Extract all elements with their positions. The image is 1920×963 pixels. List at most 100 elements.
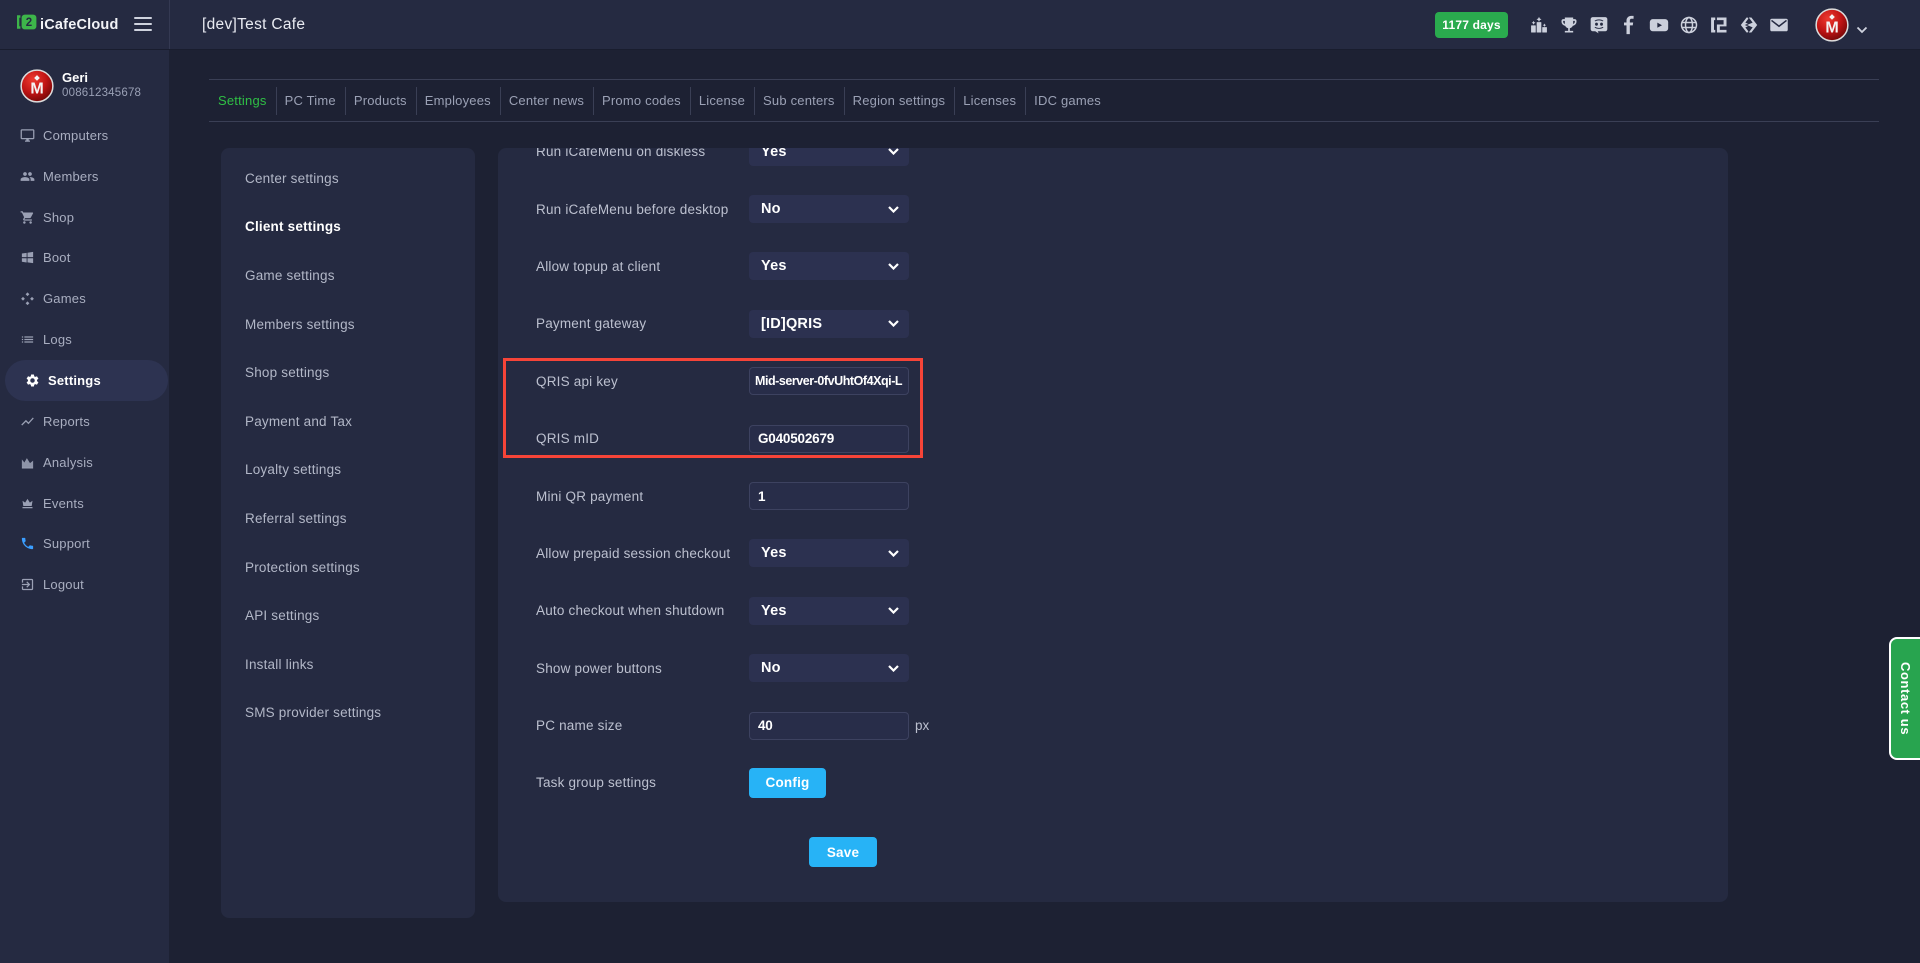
qris-api-key-input[interactable] (749, 367, 909, 395)
sidebar-item-label: Computers (43, 128, 108, 143)
tab-license[interactable]: License (690, 80, 754, 121)
sidebar-item-label: Logout (43, 577, 84, 592)
sidebar-item-settings[interactable]: Settings (5, 360, 168, 401)
tab-settings[interactable]: Settings (209, 80, 276, 121)
user-name: Geri (62, 70, 88, 85)
subnav-members-settings[interactable]: Members settings (221, 300, 475, 349)
tab-center-news[interactable]: Center news (500, 80, 593, 121)
sidebar-item-label: Reports (43, 414, 90, 429)
payment-gateway-select[interactable]: [ID]QRIS (749, 310, 909, 338)
leaderboard-icon[interactable] (1529, 15, 1549, 35)
form-row-qris-api-key: QRIS api key (498, 353, 1728, 410)
tab-promo-codes[interactable]: Promo codes (593, 80, 690, 121)
tab-licenses[interactable]: Licenses (954, 80, 1025, 121)
globe-icon[interactable] (1679, 15, 1699, 35)
tab-products[interactable]: Products (345, 80, 416, 121)
chevron-down-icon (888, 206, 899, 213)
tab-pc-time[interactable]: PC Time (276, 80, 345, 121)
sidebar-item-games[interactable]: Games (0, 278, 169, 319)
subnav-client-settings[interactable]: Client settings (221, 203, 475, 252)
tab-sub-centers[interactable]: Sub centers (754, 80, 844, 121)
subnav-shop-settings[interactable]: Shop settings (221, 348, 475, 397)
field-label: Run iCafeMenu before desktop (536, 202, 749, 217)
run-icafemenu-on-diskless-select[interactable]: Yes (749, 148, 909, 166)
subnav-loyalty-settings[interactable]: Loyalty settings (221, 446, 475, 495)
subnav-referral-settings[interactable]: Referral settings (221, 494, 475, 543)
sidebar-item-support[interactable]: Support (0, 523, 169, 564)
field-label: Show power buttons (536, 661, 749, 676)
brand[interactable]: 2 iCafeCloud (16, 0, 119, 49)
form-row-show-power-buttons: Show power buttons No (498, 640, 1728, 697)
tab-idc-games[interactable]: IDC games (1025, 80, 1110, 121)
discord-icon[interactable] (1589, 15, 1609, 35)
field-label: PC name size (536, 718, 749, 733)
license-days-button[interactable]: 1177 days (1435, 12, 1508, 38)
sidebar: M Geri 008612345678 Computers Members Sh… (0, 50, 169, 963)
field-label: QRIS api key (536, 374, 749, 389)
sidebar-item-shop[interactable]: Shop (0, 197, 169, 238)
form-row-auto-checkout-when-shutdown: Auto checkout when shutdown Yes (498, 582, 1728, 639)
sidebar-item-reports[interactable]: Reports (0, 401, 169, 442)
sidebar-item-label: Shop (43, 210, 74, 225)
mini-qr-payment-input[interactable] (749, 482, 909, 510)
svg-text:M: M (1825, 19, 1838, 37)
line-chart-icon (20, 414, 35, 429)
subnav-install-links[interactable]: Install links (221, 640, 475, 689)
subnav-sms-provider-settings[interactable]: SMS provider settings (221, 689, 475, 738)
menu-toggle-button[interactable] (134, 17, 152, 31)
windows-icon (20, 250, 35, 265)
list-icon (20, 332, 35, 347)
tab-region-settings[interactable]: Region settings (844, 80, 955, 121)
form-row-payment-gateway: Payment gateway [ID]QRIS (498, 295, 1728, 352)
facebook-icon[interactable] (1619, 15, 1639, 35)
sidebar-item-logs[interactable]: Logs (0, 319, 169, 360)
sidebar-avatar[interactable]: M (20, 69, 54, 103)
field-label: Allow topup at client (536, 259, 749, 274)
subnav-center-settings[interactable]: Center settings (221, 154, 475, 203)
mail-icon[interactable] (1769, 15, 1789, 35)
avatar-caret-icon[interactable] (1856, 21, 1868, 39)
qris-mid-input[interactable] (749, 425, 909, 453)
sidebar-item-label: Analysis (43, 455, 93, 470)
subnav-game-settings[interactable]: Game settings (221, 251, 475, 300)
sidebar-item-events[interactable]: Events (0, 483, 169, 524)
area-chart-icon (20, 455, 35, 470)
sidebar-item-label: Support (43, 536, 90, 551)
topbar: 2 iCafeCloud [dev]Test Cafe 1177 days (0, 0, 1920, 50)
field-label: Auto checkout when shutdown (536, 603, 749, 618)
run-icafemenu-before-desktop-select[interactable]: No (749, 195, 909, 223)
tab-employees[interactable]: Employees (416, 80, 500, 121)
cart-icon (20, 210, 35, 225)
subnav-api-settings[interactable]: API settings (221, 591, 475, 640)
config-button[interactable]: Config (749, 768, 826, 798)
auto-checkout-when-shutdown-select[interactable]: Yes (749, 597, 909, 625)
sidebar-item-label: Events (43, 496, 84, 511)
pc-name-size-input[interactable] (749, 712, 909, 740)
sidebar-item-analysis[interactable]: Analysis (0, 442, 169, 483)
games-icon (20, 291, 35, 306)
field-label: Allow prepaid session checkout (536, 546, 749, 561)
form-row-allow-topup-at-client: Allow topup at client Yes (498, 238, 1728, 295)
gs-mark-icon[interactable] (1739, 15, 1759, 35)
contact-us-tab[interactable]: Contact us (1889, 637, 1920, 760)
field-label: Run iCafeMenu on diskless (536, 148, 749, 159)
sidebar-item-label: Settings (48, 373, 101, 388)
show-power-buttons-select[interactable]: No (749, 654, 909, 682)
sidebar-item-computers[interactable]: Computers (0, 115, 169, 156)
subnav-payment-and-tax[interactable]: Payment and Tax (221, 397, 475, 446)
allow-prepaid-session-checkout-select[interactable]: Yes (749, 539, 909, 567)
sidebar-item-logout[interactable]: Logout (0, 564, 169, 605)
form-row-mini-qr-payment: Mini QR payment (498, 467, 1728, 524)
user-avatar[interactable]: M (1815, 8, 1849, 42)
sidebar-menu: Computers Members Shop Boot Games (0, 115, 169, 605)
trophy-icon[interactable] (1559, 15, 1579, 35)
save-button[interactable]: Save (809, 837, 877, 867)
sidebar-item-members[interactable]: Members (0, 156, 169, 197)
subnav-protection-settings[interactable]: Protection settings (221, 543, 475, 592)
allow-topup-at-client-select[interactable]: Yes (749, 252, 909, 280)
topbar-divider (169, 0, 170, 49)
chevron-down-icon (888, 665, 899, 672)
icafecloud-mark-icon[interactable] (1709, 15, 1729, 35)
sidebar-item-boot[interactable]: Boot (0, 238, 169, 279)
youtube-icon[interactable] (1649, 15, 1669, 35)
